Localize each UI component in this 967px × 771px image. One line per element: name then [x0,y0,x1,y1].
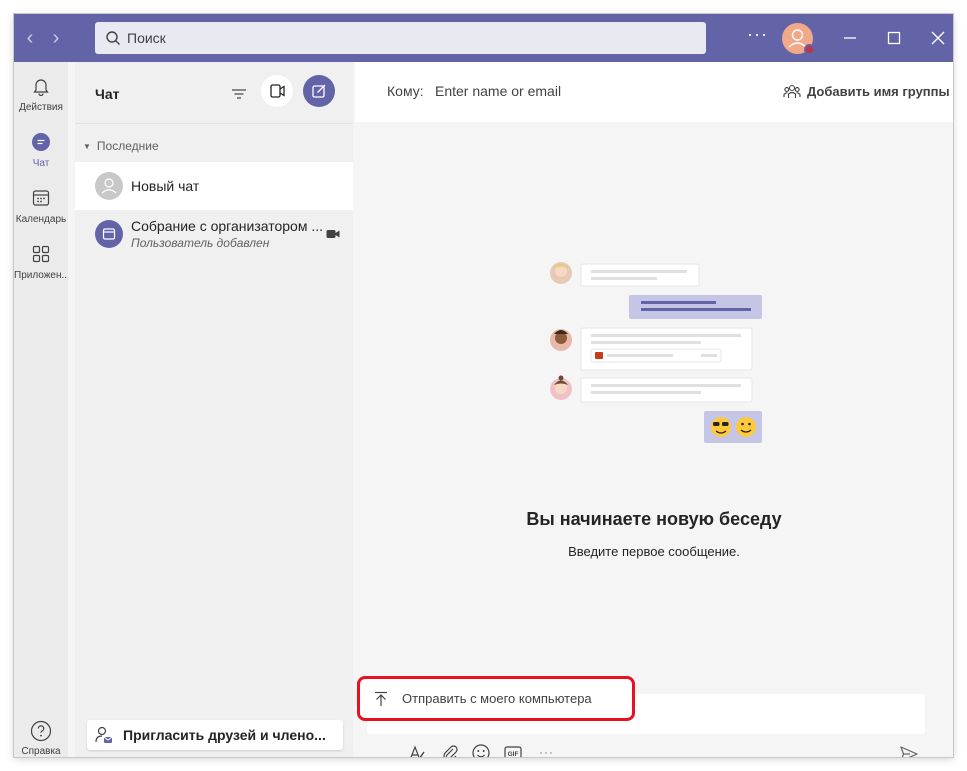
emoji-icon[interactable] [471,743,491,757]
rail-item-chat[interactable]: Чат [14,126,68,178]
new-chat-button[interactable] [303,75,335,107]
recipient-input[interactable] [435,78,735,104]
teams-window: ‹ › Поиск ··· Действия Чат Календарь При… [14,14,953,757]
chat-list-panel: Чат ▼ Последние Новый чат Собрание с орг… [75,62,353,757]
to-label: Кому: [387,83,424,99]
recent-section-label: Последние [96,139,159,153]
chat-list-item[interactable]: Новый чат [75,162,353,210]
apps-icon [32,245,50,263]
person-icon [101,178,117,194]
add-group-label: Добавить имя группы [807,83,950,99]
rail-label-help: Справка [21,746,61,757]
rail-item-activity[interactable]: Действия [14,70,68,122]
search-icon [106,31,120,45]
user-avatar[interactable] [782,23,815,55]
chat-list-item[interactable]: Собрание с организатором ... Пользовател… [75,210,353,258]
search-placeholder: Поиск [127,30,166,46]
more-options-icon[interactable]: ··· [747,24,768,45]
help-icon [30,720,52,742]
chat-name: Новый чат [131,178,200,194]
upload-icon [375,691,387,706]
add-group-name-button[interactable]: Добавить имя группы [783,82,950,100]
title-bar: ‹ › Поиск ··· [14,14,953,62]
chat-avatar [95,172,123,200]
empty-state-subtitle: Введите первое сообщение. [568,544,740,559]
meet-now-button[interactable] [261,75,293,107]
meeting-avatar [95,220,123,248]
new-conversation-illustration [550,262,762,443]
chat-panel-title: Чат [95,86,120,102]
gif-icon[interactable]: GIF [503,743,523,757]
search-input[interactable]: Поиск [95,22,706,54]
recent-section-header[interactable]: ▼ Последние [83,139,159,153]
chat-icon [32,133,50,151]
recipient-bar: Кому: Добавить имя группы [355,62,953,122]
invite-friends-button[interactable]: Пригласить друзей и члено... [87,720,343,750]
rail-label-chat: Чат [32,158,50,169]
more-options-icon[interactable] [536,743,556,757]
compose-icon [312,84,326,98]
calendar-icon [102,228,116,240]
presence-badge [804,44,815,55]
filter-icon[interactable] [227,82,251,106]
svg-text:GIF: GIF [508,751,519,757]
video-camera-icon [326,230,340,238]
back-arrow-icon[interactable]: ‹ [18,26,42,50]
bell-icon [33,79,49,96]
minimize-icon[interactable] [838,26,862,50]
conversation-area: Кому: Добавить имя группы [355,62,953,757]
maximize-icon[interactable] [882,26,906,50]
chat-name: Собрание с организатором ... [131,218,324,234]
rail-item-calendar[interactable]: Календарь [14,182,68,234]
upload-option-label: Отправить с моего компьютера [402,691,592,706]
group-icon [783,84,801,98]
rail-label-activity: Действия [19,102,63,113]
close-icon[interactable] [926,26,950,50]
chat-panel-header: Чат [75,62,353,124]
chat-subtitle: Пользователь добавлен [131,236,270,250]
caret-down-icon: ▼ [83,141,91,151]
app-rail: Действия Чат Календарь Приложен... Справ… [14,62,68,757]
format-icon[interactable] [407,743,427,757]
video-camera-icon [270,84,285,98]
empty-state-title: Вы начинаете новую беседу [526,509,782,529]
rail-item-help[interactable]: Справка [14,718,68,757]
send-icon[interactable] [898,743,920,757]
rail-item-apps[interactable]: Приложен... [14,238,68,290]
calendar-icon [32,190,50,206]
attach-icon[interactable] [440,743,460,757]
rail-label-calendar: Календарь [15,214,67,225]
invite-person-icon [95,726,113,743]
rail-label-apps: Приложен... [14,270,68,281]
upload-from-computer-option[interactable]: Отправить с моего компьютера [357,676,635,721]
forward-arrow-icon[interactable]: › [44,26,68,50]
invite-label: Пригласить друзей и члено... [123,727,326,743]
